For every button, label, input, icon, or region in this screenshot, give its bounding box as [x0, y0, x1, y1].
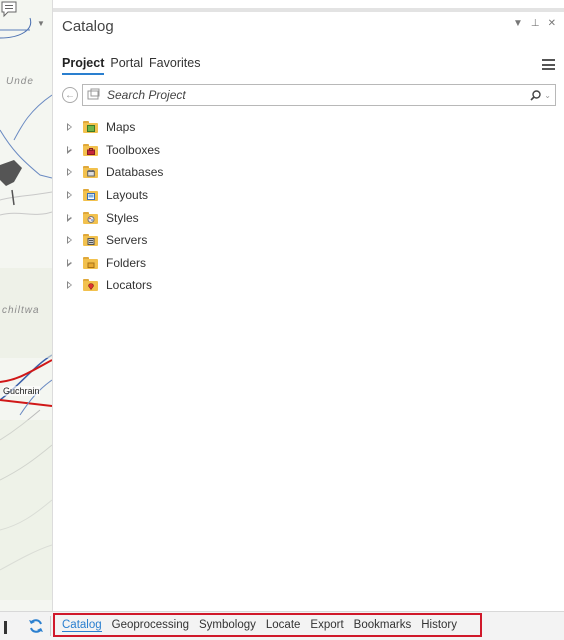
tab-portal[interactable]: Portal	[110, 56, 143, 75]
hamburger-menu-icon[interactable]	[542, 59, 555, 70]
tree-item-servers[interactable]: Servers	[66, 229, 163, 252]
project-tree: Maps Toolboxes Databases Layouts Styles	[66, 116, 163, 297]
tree-item-label: Maps	[106, 120, 136, 135]
map-place-label: Guchrain	[3, 386, 40, 396]
search-options-chevron-icon[interactable]: ⌄	[544, 91, 551, 100]
search-box[interactable]: ⌄	[82, 84, 556, 106]
dock-tab-history[interactable]: History	[421, 619, 457, 631]
toolboxes-folder-icon	[83, 143, 98, 156]
pane-options-dropdown-icon[interactable]: ▼	[513, 18, 523, 29]
tree-item-styles[interactable]: Styles	[66, 206, 163, 229]
databases-folder-icon	[83, 166, 98, 179]
catalog-pane: Catalog ▼ ⊥ ✕ Project Portal Favorites ←…	[53, 8, 564, 614]
expand-arrow-icon[interactable]	[67, 168, 73, 177]
tree-item-databases[interactable]: Databases	[66, 161, 163, 184]
tree-item-label: Folders	[106, 255, 147, 270]
map-label: Unde	[6, 76, 34, 87]
folders-folder-icon	[83, 256, 98, 269]
dock-tab-symbology[interactable]: Symbology	[199, 619, 256, 631]
dock-tab-export[interactable]: Export	[310, 619, 343, 631]
servers-folder-icon	[83, 234, 98, 247]
dock-tab-bar: Catalog Geoprocessing Symbology Locate E…	[53, 613, 482, 637]
tree-item-locators[interactable]: Locators	[66, 274, 163, 297]
search-scope-icon[interactable]	[87, 88, 101, 102]
expand-arrow-icon[interactable]	[67, 258, 73, 267]
tree-item-toolboxes[interactable]: Toolboxes	[66, 139, 163, 162]
tree-item-folders[interactable]: Folders	[66, 252, 163, 275]
search-icon[interactable]	[530, 89, 541, 101]
maps-folder-icon	[83, 121, 98, 134]
locators-folder-icon	[83, 279, 98, 292]
tree-item-label: Servers	[106, 233, 148, 248]
tree-item-label: Locators	[106, 278, 153, 293]
expand-arrow-icon[interactable]	[67, 213, 73, 222]
map-dropdown-arrow-icon[interactable]: ▼	[30, 14, 52, 32]
tree-item-label: Toolboxes	[106, 142, 161, 157]
tree-item-label: Layouts	[106, 188, 149, 203]
expand-arrow-icon[interactable]	[67, 281, 73, 290]
pane-controls: ▼ ⊥ ✕	[513, 18, 556, 29]
bottom-dock: Catalog Geoprocessing Symbology Locate E…	[0, 611, 564, 640]
tree-item-layouts[interactable]: Layouts	[66, 184, 163, 207]
dock-tab-bookmarks[interactable]: Bookmarks	[354, 619, 412, 631]
catalog-tabs: Project Portal Favorites	[62, 56, 200, 75]
dock-handle[interactable]	[4, 621, 7, 634]
tab-favorites[interactable]: Favorites	[149, 56, 200, 75]
expand-arrow-icon[interactable]	[67, 145, 73, 154]
tree-item-label: Styles	[106, 210, 139, 225]
expand-arrow-icon[interactable]	[67, 123, 73, 132]
dock-tab-catalog[interactable]: Catalog	[62, 619, 102, 632]
map-view[interactable]: ▼ Unde chiltwa Guchrain	[0, 0, 53, 611]
comment-icon[interactable]	[0, 0, 18, 18]
search-input[interactable]	[103, 88, 527, 102]
search-row: ← ⌄	[62, 84, 556, 106]
expand-arrow-icon[interactable]	[67, 191, 73, 200]
dock-tab-geoprocessing[interactable]: Geoprocessing	[112, 619, 189, 631]
pin-icon[interactable]: ⊥	[531, 18, 540, 29]
close-icon[interactable]: ✕	[548, 18, 556, 29]
expand-arrow-icon[interactable]	[67, 236, 73, 245]
pane-title: Catalog	[62, 18, 114, 35]
back-arrow-icon[interactable]: ←	[62, 87, 78, 103]
map-label: chiltwa	[2, 305, 40, 316]
layouts-folder-icon	[83, 189, 98, 202]
dock-tab-locate[interactable]: Locate	[266, 619, 301, 631]
tab-project[interactable]: Project	[62, 56, 105, 75]
refresh-icon[interactable]	[28, 618, 44, 634]
tree-item-label: Databases	[106, 165, 164, 180]
tree-item-maps[interactable]: Maps	[66, 116, 163, 139]
divider	[50, 616, 51, 636]
styles-folder-icon	[83, 211, 98, 224]
